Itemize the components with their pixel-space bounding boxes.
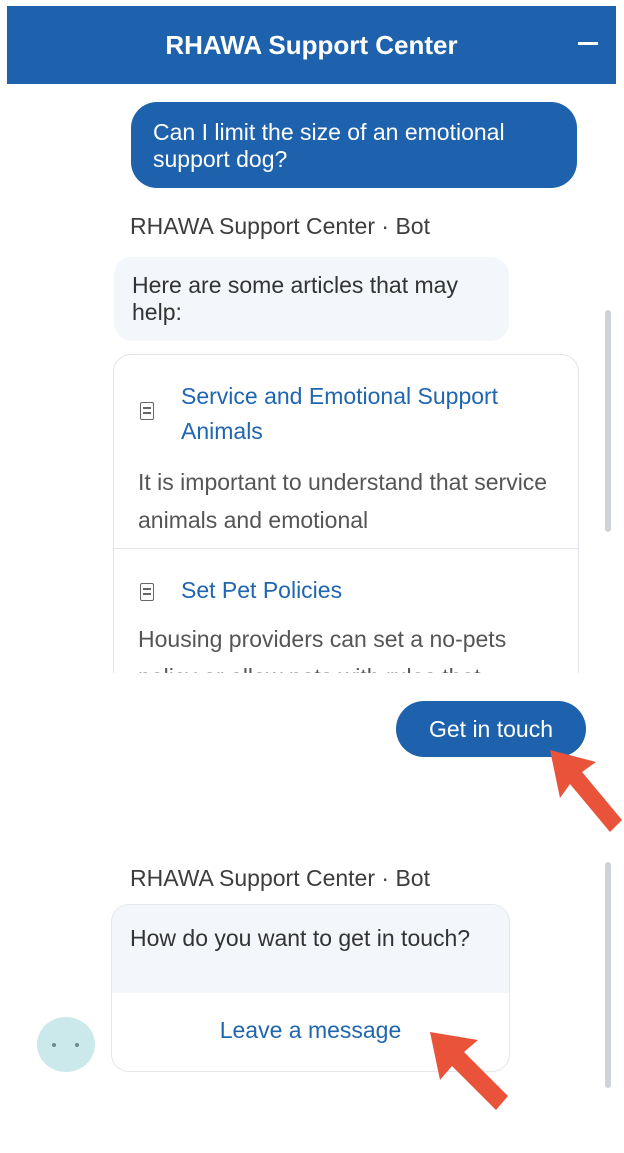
article-snippet: It is important to understand that servi… bbox=[138, 469, 548, 533]
scrollbar[interactable] bbox=[605, 310, 611, 532]
user-message-bubble: Can I limit the size of an emotional sup… bbox=[131, 102, 577, 188]
bot-sender-label: RHAWA Support Center · Bot bbox=[130, 213, 430, 239]
chat-title: RHAWA Support Center bbox=[165, 30, 458, 60]
bot-avatar bbox=[37, 1017, 95, 1072]
document-icon bbox=[140, 583, 154, 601]
article-card[interactable]: Service and Emotional Support Animals It… bbox=[114, 355, 578, 548]
bot-message-bubble: Here are some articles that may help: bbox=[114, 257, 509, 341]
article-title[interactable]: Service and Emotional Support Animals bbox=[181, 379, 561, 449]
chat-header: RHAWA Support Center bbox=[7, 6, 616, 84]
annotation-arrow-icon bbox=[430, 1032, 508, 1110]
annotation-arrow-icon bbox=[550, 750, 622, 832]
article-snippet: Housing providers can set a no-pets poli… bbox=[138, 626, 507, 673]
bot-message-bubble: How do you want to get in touch? bbox=[112, 905, 509, 993]
article-card[interactable]: Set Pet Policies Housing providers can s… bbox=[114, 549, 578, 673]
bot-sender-label: RHAWA Support Center · Bot bbox=[130, 865, 430, 891]
document-icon bbox=[140, 402, 154, 420]
minimize-icon[interactable] bbox=[578, 42, 598, 45]
scrollbar[interactable] bbox=[605, 862, 611, 1088]
article-title[interactable]: Set Pet Policies bbox=[181, 573, 561, 608]
article-list: Service and Emotional Support Animals It… bbox=[113, 354, 579, 673]
